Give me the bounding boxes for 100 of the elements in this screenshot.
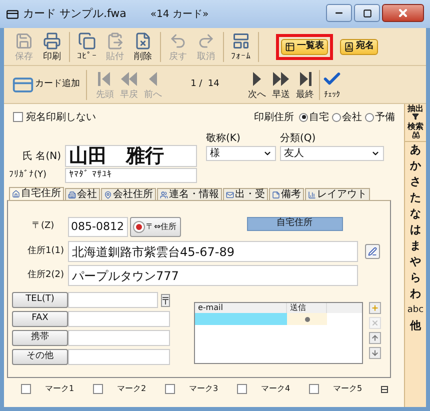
window-title: カード サンプル.fwa [23, 6, 126, 22]
index-button[interactable]: わ [410, 286, 421, 302]
close-icon [397, 7, 409, 19]
column-header: e-mail [195, 303, 287, 313]
checkbox[interactable] [93, 384, 103, 394]
email-list-button[interactable] [369, 347, 381, 359]
grid-icon [381, 386, 388, 392]
phone-field[interactable] [68, 349, 170, 365]
index-button[interactable]: abc [407, 302, 424, 318]
tab[interactable]: 会社住所 [101, 188, 156, 200]
tab[interactable]: レイアウト [305, 188, 370, 200]
nav-button[interactable]: 最終 [293, 70, 317, 100]
add-card-button[interactable]: カード追加 [12, 74, 80, 96]
email-list-button[interactable] [369, 302, 381, 314]
postal-field[interactable]: 085-0812 [68, 217, 128, 237]
toolbar-button[interactable]: 印刷 [38, 32, 66, 62]
checkbox-label: 宛名印刷しない [26, 110, 96, 124]
checkbox[interactable] [165, 384, 175, 394]
phone-type-button[interactable]: FAX [12, 311, 68, 327]
copy-icon [78, 32, 96, 50]
checkbox[interactable] [309, 384, 319, 394]
phone-field[interactable] [68, 311, 170, 327]
checkbox[interactable] [21, 384, 31, 394]
checkbox[interactable] [13, 112, 23, 122]
category-dropdown[interactable]: 友人 [280, 146, 384, 161]
plus-icon [371, 304, 379, 312]
print-address-label: 印刷住所 [254, 110, 294, 124]
nav-button[interactable]: 早送 [269, 70, 293, 100]
radio-button[interactable] [332, 112, 341, 122]
tab[interactable]: 出・受 [223, 188, 268, 200]
name-field[interactable]: 山田 雅行 [65, 145, 197, 167]
mark-label: マーク5 [333, 383, 362, 395]
index-button[interactable]: は [410, 222, 421, 238]
pen-icon [368, 247, 377, 256]
view-button[interactable]: 一覧表 [281, 38, 328, 54]
checkbox[interactable] [237, 384, 247, 394]
filter-button[interactable]: 抽出 [408, 105, 424, 120]
mark-label: マーク1 [45, 383, 74, 395]
postal-mark-icon [162, 296, 169, 304]
honorific-dropdown[interactable]: 様 [206, 146, 276, 161]
view-button[interactable]: 宛名 [340, 38, 378, 54]
radio-button[interactable] [299, 112, 308, 122]
record-position: 1 / 14 [190, 78, 220, 91]
bars-icon [308, 190, 316, 198]
postal-convert-button[interactable]: 〒⇔住所 [130, 217, 181, 237]
pin-icon [104, 190, 112, 198]
search-button[interactable]: 検索 [405, 123, 426, 142]
map-button[interactable] [365, 244, 380, 259]
index-button[interactable]: や [410, 254, 421, 270]
arrow-down-icon [371, 349, 379, 357]
tab[interactable]: 備考 [269, 188, 304, 200]
address2-field[interactable]: パープルタウン777 [68, 265, 358, 286]
phone-field[interactable] [68, 330, 170, 346]
phone-type-button[interactable]: 携帯 [12, 330, 68, 346]
column-header: 送信 [287, 303, 327, 313]
check-button[interactable]: ﾁｪｯｸ [322, 69, 342, 100]
tab[interactable]: 自宅住所 [9, 187, 64, 200]
honorific-label: 敬称(K) [206, 132, 242, 146]
index-button[interactable]: さ [410, 174, 421, 190]
tab[interactable]: 会社 [65, 188, 100, 200]
postal-mark-button[interactable] [161, 294, 170, 306]
index-button[interactable]: な [410, 206, 421, 222]
furigana-field[interactable]: ﾔﾏﾀﾞ ﾏｻﾕｷ [65, 168, 197, 183]
index-button[interactable]: 他 [410, 318, 421, 334]
tab[interactable]: 連名・情報 [157, 188, 222, 200]
radio-button[interactable] [365, 112, 374, 122]
category-label: 分類(Q) [280, 132, 317, 146]
undo-icon [169, 32, 187, 50]
postal-label: 〒(Z) [31, 220, 56, 234]
email-list-button[interactable] [369, 332, 381, 344]
address2-label: 住所2(2) [26, 268, 65, 282]
maximize-button[interactable] [354, 4, 380, 22]
phone-type-button[interactable]: その他 [12, 349, 68, 365]
index-button[interactable]: あ [410, 142, 421, 158]
index-button[interactable]: か [410, 158, 421, 174]
index-button[interactable]: ら [410, 270, 421, 286]
window-subtitle: «14 カード» [150, 8, 209, 22]
address1-field[interactable]: 北海道釧路市紫雲台45-67-89 [68, 241, 358, 262]
close-button[interactable] [382, 4, 424, 22]
phone-type-button[interactable]: TEL(T) [12, 292, 68, 308]
double-triangle-icon [120, 70, 138, 88]
printer-icon [43, 32, 61, 50]
binoculars-icon [412, 131, 420, 139]
mail-icon [226, 190, 234, 198]
redo-icon [197, 32, 215, 50]
toolbar-button[interactable]: 削除 [129, 32, 157, 62]
phone-field[interactable] [68, 292, 158, 308]
toolbar-button[interactable]: ﾌｫｰﾑ [227, 32, 255, 62]
radio-label: 予備 [375, 110, 395, 124]
index-button[interactable]: た [410, 190, 421, 206]
mark-label: マーク4 [261, 383, 290, 395]
note-icon [272, 190, 280, 198]
arrow-up-icon [371, 334, 379, 342]
toolbar-button[interactable]: ｺﾋﾟｰ [73, 32, 101, 62]
address-icon [344, 42, 354, 52]
name-label: 氏 名(N) [22, 150, 62, 164]
table-icon [285, 42, 295, 52]
filter-icon [412, 113, 419, 120]
index-button[interactable]: ま [410, 238, 421, 254]
nav-button[interactable]: 次へ [245, 70, 269, 100]
